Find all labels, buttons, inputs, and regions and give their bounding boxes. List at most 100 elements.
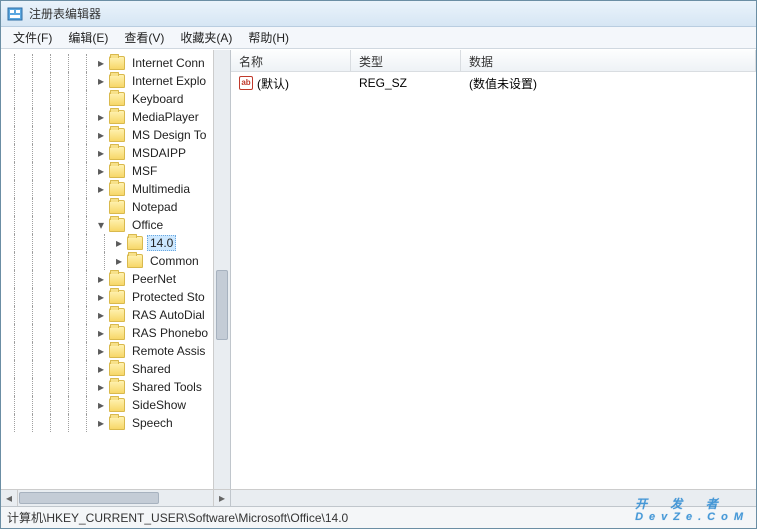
tree-guide: [41, 162, 59, 180]
folder-icon: [109, 74, 125, 88]
tree-item[interactable]: ▸Shared Tools: [3, 378, 213, 396]
expand-icon[interactable]: ▸: [95, 129, 107, 141]
tree-guide: [5, 306, 23, 324]
menu-view[interactable]: 查看(V): [116, 27, 172, 48]
folder-icon: [109, 218, 125, 232]
tree-guide: [77, 108, 95, 126]
tree-guide: [41, 144, 59, 162]
tree-guide: [77, 270, 95, 288]
tree-item-label: MS Design To: [129, 127, 209, 143]
expand-icon[interactable]: ▸: [95, 291, 107, 303]
tree-guide: [41, 288, 59, 306]
expand-icon[interactable]: ▸: [95, 345, 107, 357]
scroll-right-arrow-icon[interactable]: ▸: [213, 490, 230, 506]
collapse-icon[interactable]: ▾: [95, 219, 107, 231]
expand-icon[interactable]: ▸: [95, 309, 107, 321]
tree-pane: ▸Internet Conn▸Internet ExploKeyboard▸Me…: [1, 50, 231, 489]
tree-guide: [23, 360, 41, 378]
tree-item-label: Office: [129, 217, 166, 233]
folder-icon: [109, 416, 125, 430]
tree-item[interactable]: ▸Multimedia: [3, 180, 213, 198]
tree-guide: [77, 414, 95, 432]
tree-item[interactable]: ▸Common: [3, 252, 213, 270]
tree-guide: [77, 360, 95, 378]
menu-file[interactable]: 文件(F): [5, 27, 60, 48]
tree-item[interactable]: ▸MSDAIPP: [3, 144, 213, 162]
expand-icon[interactable]: ▸: [113, 237, 125, 249]
tree-view[interactable]: ▸Internet Conn▸Internet ExploKeyboard▸Me…: [1, 50, 213, 489]
tree-guide: [23, 72, 41, 90]
expand-icon[interactable]: ▸: [95, 273, 107, 285]
tree-guide: [41, 306, 59, 324]
tree-guide: [95, 252, 113, 270]
tree-guide: [77, 144, 95, 162]
twisty-none: [95, 93, 107, 105]
tree-item[interactable]: Keyboard: [3, 90, 213, 108]
tree-guide: [41, 324, 59, 342]
value-name-cell: ab (默认): [231, 75, 351, 92]
tree-item[interactable]: ▸SideShow: [3, 396, 213, 414]
list-horizontal-scrollbar[interactable]: [231, 490, 756, 506]
expand-icon[interactable]: ▸: [95, 111, 107, 123]
tree-item[interactable]: ▸PeerNet: [3, 270, 213, 288]
tree-item-label: RAS AutoDial: [129, 307, 208, 323]
app-icon: [7, 6, 23, 22]
expand-icon[interactable]: ▸: [95, 363, 107, 375]
tree-guide: [5, 378, 23, 396]
expand-icon[interactable]: ▸: [95, 417, 107, 429]
column-header-name[interactable]: 名称: [231, 50, 351, 71]
tree-guide: [59, 234, 77, 252]
tree-guide: [23, 252, 41, 270]
tree-guide: [77, 162, 95, 180]
tree-item[interactable]: ▸Speech: [3, 414, 213, 432]
list-row[interactable]: ab (默认) REG_SZ (数值未设置): [231, 74, 756, 92]
tree-guide: [41, 414, 59, 432]
tree-guide: [23, 144, 41, 162]
tree-guide: [23, 108, 41, 126]
menu-help[interactable]: 帮助(H): [240, 27, 297, 48]
tree-guide: [59, 54, 77, 72]
tree-guide: [23, 54, 41, 72]
tree-item[interactable]: ▸ MS Design To: [3, 126, 213, 144]
tree-guide: [23, 288, 41, 306]
tree-item[interactable]: ▸Protected Sto: [3, 288, 213, 306]
tree-item-label: MSF: [129, 163, 160, 179]
menu-edit[interactable]: 编辑(E): [60, 27, 116, 48]
expand-icon[interactable]: ▸: [95, 57, 107, 69]
expand-icon[interactable]: ▸: [95, 381, 107, 393]
tree-item[interactable]: ▸ RAS AutoDial: [3, 306, 213, 324]
tree-item[interactable]: ▸MediaPlayer: [3, 108, 213, 126]
tree-horizontal-scrollbar[interactable]: ◂ ▸: [1, 490, 231, 506]
tree-item-label: 14.0: [147, 235, 176, 251]
column-header-data[interactable]: 数据: [461, 50, 756, 71]
tree-guide: [5, 126, 23, 144]
expand-icon[interactable]: ▸: [113, 255, 125, 267]
tree-item[interactable]: ▸ RAS Phonebo: [3, 324, 213, 342]
menu-favorites[interactable]: 收藏夹(A): [172, 27, 240, 48]
tree-guide: [59, 342, 77, 360]
expand-icon[interactable]: ▸: [95, 327, 107, 339]
expand-icon[interactable]: ▸: [95, 399, 107, 411]
tree-item-label: RAS Phonebo: [129, 325, 211, 341]
column-header-type[interactable]: 类型: [351, 50, 461, 71]
expand-icon[interactable]: ▸: [95, 75, 107, 87]
tree-item-label: Shared: [129, 361, 174, 377]
tree-item[interactable]: ▸Remote Assis: [3, 342, 213, 360]
tree-item[interactable]: ▸ 14.0: [3, 234, 213, 252]
tree-item[interactable]: ▾ Office: [3, 216, 213, 234]
tree-item[interactable]: ▸ MSF: [3, 162, 213, 180]
expand-icon[interactable]: ▸: [95, 165, 107, 177]
tree-guide: [77, 234, 95, 252]
scrollbar-thumb[interactable]: [216, 270, 228, 340]
tree-item[interactable]: Notepad: [3, 198, 213, 216]
scroll-left-arrow-icon[interactable]: ◂: [1, 490, 18, 506]
tree-vertical-scrollbar[interactable]: [213, 50, 230, 489]
expand-icon[interactable]: ▸: [95, 183, 107, 195]
tree-item[interactable]: ▸ Shared: [3, 360, 213, 378]
tree-item[interactable]: ▸Internet Explo: [3, 72, 213, 90]
tree-guide: [41, 270, 59, 288]
scrollbar-thumb[interactable]: [19, 492, 159, 504]
list-body[interactable]: ab (默认) REG_SZ (数值未设置): [231, 72, 756, 489]
expand-icon[interactable]: ▸: [95, 147, 107, 159]
tree-item[interactable]: ▸Internet Conn: [3, 54, 213, 72]
